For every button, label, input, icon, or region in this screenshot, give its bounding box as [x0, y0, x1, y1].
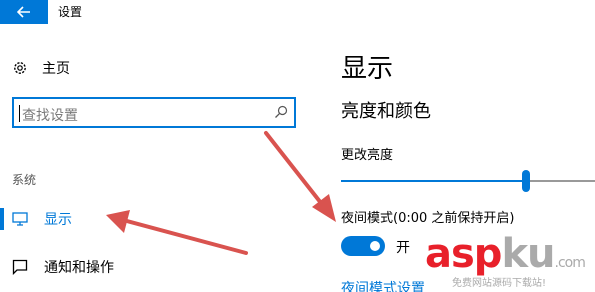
night-mode-toggle[interactable] [341, 236, 385, 256]
sidebar-item-display-label: 显示 [44, 212, 72, 228]
brightness-slider[interactable] [341, 170, 595, 192]
brightness-label: 更改亮度 [341, 148, 394, 163]
slider-rest [526, 180, 595, 182]
section-title-brightness-color: 亮度和颜色 [341, 101, 431, 122]
search-icon[interactable] [274, 105, 288, 119]
sidebar-item-home-label: 主页 [42, 61, 70, 77]
gear-icon [14, 62, 26, 74]
search-input[interactable]: 查找设置 [12, 97, 296, 128]
back-arrow-icon [17, 6, 30, 18]
night-mode-settings-link[interactable]: 夜间模式设置 [341, 278, 425, 292]
back-button[interactable] [0, 0, 48, 24]
night-mode-toggle-label: 开 [396, 240, 410, 256]
app-title: 设置 [58, 5, 83, 19]
annotation-arrow-to-night-mode [264, 131, 336, 222]
page-title: 显示 [341, 54, 394, 84]
sidebar-item-home[interactable]: 主页 [12, 58, 70, 78]
sidebar-item-notifications[interactable]: 通知和操作 [12, 257, 114, 277]
settings-window: 设置 主页 查找设置 系统 显示 通知和操作 显示 亮度和颜色 更改亮度 夜间模… [0, 0, 595, 292]
sidebar-item-display[interactable]: 显示 [12, 209, 72, 229]
monitor-icon [12, 212, 28, 226]
toggle-knob [370, 241, 380, 251]
notification-icon [12, 259, 28, 275]
slider-thumb[interactable] [522, 170, 530, 192]
search-placeholder: 查找设置 [22, 108, 78, 124]
sidebar-item-notifications-label: 通知和操作 [44, 260, 114, 276]
active-indicator [0, 208, 4, 230]
title-bar: 设置 [0, 0, 595, 24]
night-mode-label: 夜间模式(0:00 之前保持开启) [341, 211, 515, 226]
slider-fill [341, 180, 526, 182]
text-caret [19, 105, 20, 122]
watermark-subtitle: 免费网站源码下载站! [452, 278, 547, 289]
annotation-arrow-to-display [106, 210, 248, 255]
section-label-system: 系统 [12, 173, 37, 187]
